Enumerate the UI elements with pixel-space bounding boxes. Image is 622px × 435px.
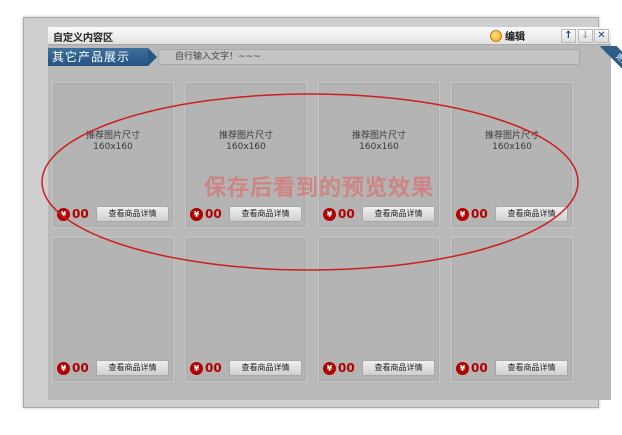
yen-icon: ¥ <box>57 361 70 375</box>
product-card[interactable]: ¥ 00 查看商品详情 <box>318 237 440 382</box>
size-hint-label: 推荐图片尺寸 <box>218 131 273 141</box>
size-hint-value: 160x160 <box>359 142 399 152</box>
window-title: 自定义内容区 <box>53 33 113 44</box>
yen-icon: ¥ <box>456 207 469 221</box>
size-hint-value: 160x160 <box>492 142 532 152</box>
price-value: 00 <box>72 207 89 221</box>
price: ¥ 00 <box>456 361 488 375</box>
product-card[interactable]: ¥ 00 查看商品详情 <box>451 237 573 382</box>
yen-icon: ¥ <box>190 361 203 375</box>
section-title: 其它产品展示 <box>48 48 148 66</box>
section-title-arrow <box>148 48 157 66</box>
edit-button[interactable]: 编辑 <box>490 28 525 43</box>
move-up-button[interactable]: ↑ <box>561 29 576 43</box>
price: ¥ 00 <box>456 207 488 221</box>
price: ¥ 00 <box>190 207 222 221</box>
product-card[interactable]: ¥ 00 查看商品详情 <box>185 237 307 382</box>
price: ¥ 00 <box>190 361 222 375</box>
more-ribbon[interactable]: 更多 <box>600 46 622 80</box>
price-value: 00 <box>338 361 355 375</box>
edit-label: 编辑 <box>505 32 525 43</box>
price: ¥ 00 <box>323 207 355 221</box>
price-value: 00 <box>205 361 222 375</box>
price-value: 00 <box>205 207 222 221</box>
view-details-button[interactable]: 查看商品详情 <box>96 206 169 222</box>
view-details-button[interactable]: 查看商品详情 <box>362 360 435 376</box>
close-icon: ✕ <box>597 30 606 41</box>
size-hint-label: 推荐图片尺寸 <box>351 131 406 141</box>
yen-icon: ¥ <box>190 207 203 221</box>
product-card[interactable]: ¥ 00 查看商品详情 <box>52 237 174 382</box>
preview-watermark: 保存后看到的预览效果 <box>203 176 434 201</box>
size-hint-value: 160x160 <box>226 142 266 152</box>
window-titlebar: 自定义内容区 编辑 ↑ ↓ ✕ <box>48 27 611 45</box>
price: ¥ 00 <box>57 361 89 375</box>
size-hint-value: 160x160 <box>93 142 133 152</box>
product-card[interactable]: 推荐图片尺寸 160x160 ¥ 00 查看商品详情 <box>52 82 174 228</box>
price-value: 00 <box>72 361 89 375</box>
image-size-hint: 推荐图片尺寸 160x160 <box>452 131 572 153</box>
section-header: 其它产品展示 自行输入文字！~~~ 更多 <box>48 46 622 80</box>
more-label: 更多 <box>600 46 622 80</box>
notice-text-box[interactable]: 自行输入文字！~~~ <box>158 49 580 65</box>
view-details-button[interactable]: 查看商品详情 <box>229 360 302 376</box>
yen-icon: ¥ <box>323 207 336 221</box>
view-details-button[interactable]: 查看商品详情 <box>495 360 568 376</box>
view-details-button[interactable]: 查看商品详情 <box>229 206 302 222</box>
image-size-hint: 推荐图片尺寸 160x160 <box>319 131 439 153</box>
size-hint-label: 推荐图片尺寸 <box>85 131 140 141</box>
price: ¥ 00 <box>323 361 355 375</box>
edit-icon <box>490 29 502 42</box>
arrow-down-icon: ↓ <box>581 30 590 41</box>
product-card[interactable]: 推荐图片尺寸 160x160 ¥ 00 查看商品详情 <box>451 82 573 228</box>
yen-icon: ¥ <box>323 361 336 375</box>
price: ¥ 00 <box>57 207 89 221</box>
yen-icon: ¥ <box>57 207 70 221</box>
yen-icon: ¥ <box>456 361 469 375</box>
view-details-button[interactable]: 查看商品详情 <box>96 360 169 376</box>
product-card[interactable]: 推荐图片尺寸 160x160 ¥ 00 查看商品详情 <box>318 82 440 228</box>
image-size-hint: 推荐图片尺寸 160x160 <box>186 131 306 153</box>
view-details-button[interactable]: 查看商品详情 <box>362 206 435 222</box>
move-down-button[interactable]: ↓ <box>578 29 593 43</box>
image-size-hint: 推荐图片尺寸 160x160 <box>53 131 173 153</box>
close-button[interactable]: ✕ <box>594 29 609 43</box>
price-value: 00 <box>471 361 488 375</box>
price-value: 00 <box>471 207 488 221</box>
product-card[interactable]: 推荐图片尺寸 160x160 ¥ 00 查看商品详情 <box>185 82 307 228</box>
size-hint-label: 推荐图片尺寸 <box>484 131 539 141</box>
view-details-button[interactable]: 查看商品详情 <box>495 206 568 222</box>
custom-content-window: 自定义内容区 编辑 ↑ ↓ ✕ 其它产品展示 自行输入文字！~~~ 更多 推荐图… <box>23 17 622 408</box>
price-value: 00 <box>338 207 355 221</box>
arrow-up-icon: ↑ <box>564 30 573 41</box>
